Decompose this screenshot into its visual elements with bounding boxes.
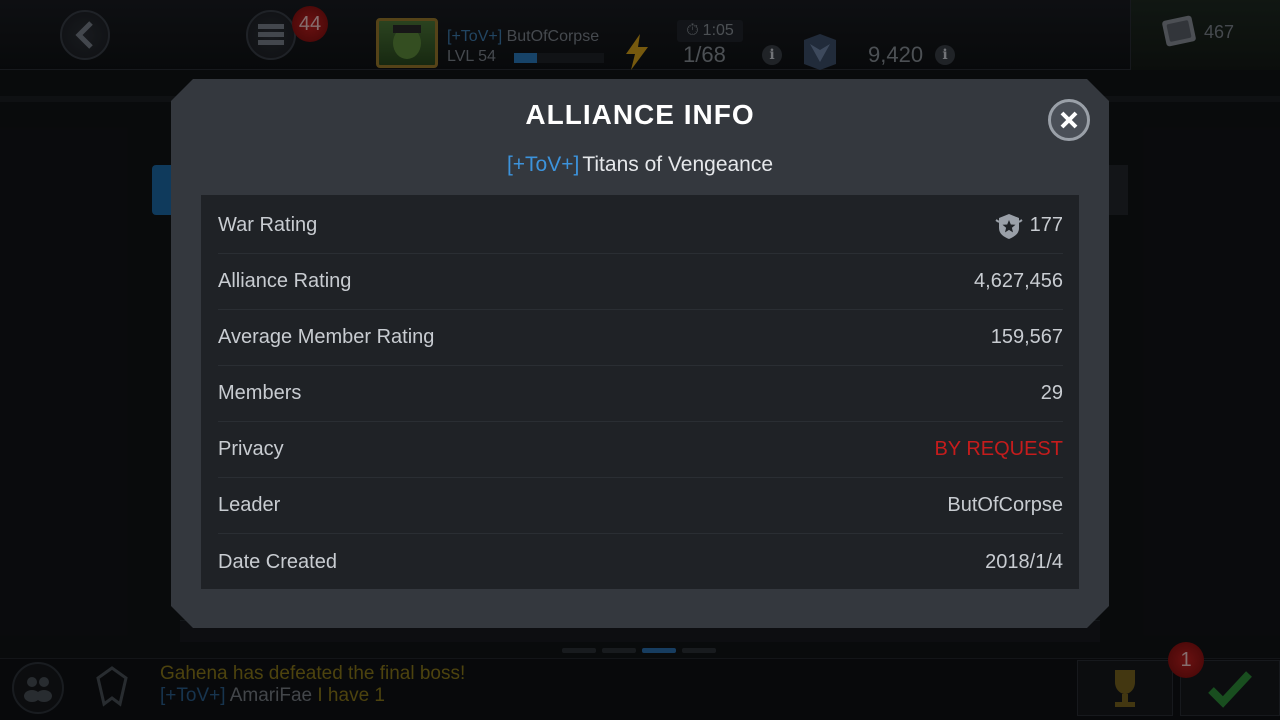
close-icon bbox=[1060, 111, 1078, 129]
alliance-tag: [+ToV+] bbox=[506, 153, 580, 176]
row-label: Members bbox=[218, 382, 302, 404]
row-label: Date Created bbox=[218, 550, 337, 573]
average-member-rating-row: Average Member Rating 159,567 bbox=[218, 310, 1063, 366]
alliance-info-table: War Rating 177 Alliance Rating 4,627,456… bbox=[201, 195, 1079, 589]
alliance-info-modal: ALLIANCE INFO [+ToV+] Titans of Vengeance… bbox=[171, 79, 1109, 628]
row-value: 177 bbox=[994, 212, 1063, 240]
alliance-name-text: Titans of Vengeance bbox=[582, 153, 774, 176]
alliance-rating-row: Alliance Rating 4,627,456 bbox=[218, 254, 1063, 310]
modal-title: ALLIANCE INFO bbox=[525, 99, 755, 130]
war-rating-icon bbox=[995, 213, 1023, 239]
row-label: War Rating bbox=[218, 214, 318, 236]
row-label: Leader bbox=[218, 494, 281, 516]
row-value: 29 bbox=[1040, 382, 1063, 404]
war-rating-value: 177 bbox=[1029, 214, 1063, 236]
war-rating-row: War Rating 177 bbox=[218, 198, 1063, 254]
privacy-row: Privacy BY REQUEST bbox=[218, 422, 1063, 478]
row-value: 159,567 bbox=[990, 326, 1063, 348]
privacy-value: BY REQUEST bbox=[934, 438, 1063, 460]
date-created-row: Date Created 2018/1/4 bbox=[218, 534, 1063, 590]
alliance-name: [+ToV+] Titans of Vengeance bbox=[171, 153, 1109, 177]
row-value: 2018/1/4 bbox=[985, 550, 1063, 573]
members-row: Members 29 bbox=[218, 366, 1063, 422]
row-label: Average Member Rating bbox=[218, 326, 435, 348]
row-value: 4,627,456 bbox=[974, 270, 1063, 292]
row-label: Privacy bbox=[218, 438, 284, 460]
row-value: ButOfCorpse bbox=[947, 494, 1063, 516]
leader-row: Leader ButOfCorpse bbox=[218, 478, 1063, 534]
close-button[interactable] bbox=[1048, 99, 1090, 141]
row-label: Alliance Rating bbox=[218, 270, 352, 292]
